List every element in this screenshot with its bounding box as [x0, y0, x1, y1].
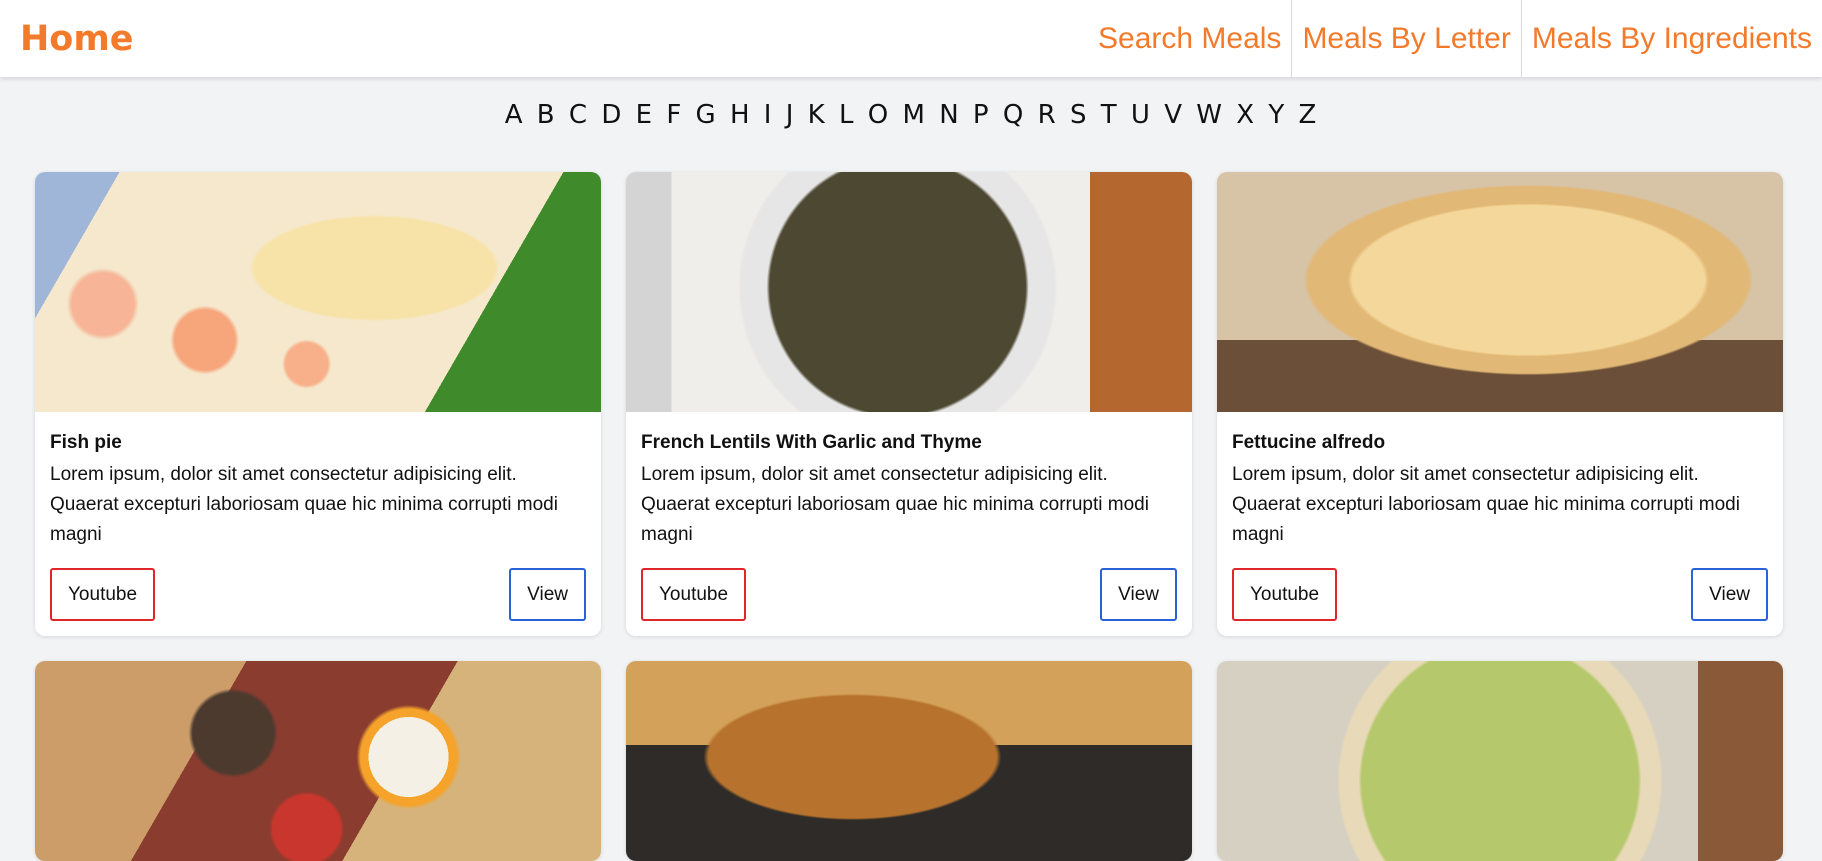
meal-image	[35, 661, 601, 861]
letter-s[interactable]: S	[1070, 100, 1088, 130]
top-navbar: Home Search Meals Meals By Letter Meals …	[0, 0, 1822, 77]
meal-description: Lorem ipsum, dolor sit amet consectetur …	[641, 464, 1149, 545]
nav-search-meals[interactable]: Search Meals	[1088, 0, 1291, 77]
letter-e[interactable]: E	[636, 100, 653, 130]
meal-card	[626, 661, 1192, 861]
letter-n[interactable]: N	[939, 100, 959, 130]
letter-j[interactable]: J	[786, 100, 795, 130]
letter-k[interactable]: K	[808, 100, 826, 130]
meal-image	[626, 172, 1192, 412]
meal-card: Fish pie Lorem ipsum, dolor sit amet con…	[35, 172, 601, 636]
meal-card	[35, 661, 601, 861]
letter-y[interactable]: Y	[1268, 100, 1285, 130]
meal-title: Fettucine alfredo	[1232, 432, 1386, 453]
letter-g[interactable]: G	[696, 100, 717, 130]
meal-grid: Fish pie Lorem ipsum, dolor sit amet con…	[35, 172, 1783, 861]
meal-description: Lorem ipsum, dolor sit amet consectetur …	[50, 464, 558, 545]
letter-filter: A B C D E F G H I J K L O M N P Q R S T …	[0, 100, 1822, 130]
meal-card	[1217, 661, 1783, 861]
meal-card: French Lentils With Garlic and Thyme Lor…	[626, 172, 1192, 636]
meal-image	[1217, 661, 1783, 861]
letter-q[interactable]: Q	[1003, 100, 1024, 130]
meal-title: French Lentils With Garlic and Thyme	[641, 432, 982, 453]
meal-title: Fish pie	[50, 432, 122, 453]
meal-image	[35, 172, 601, 412]
letter-w[interactable]: W	[1196, 100, 1223, 130]
home-link[interactable]: Home	[0, 0, 134, 77]
letter-d[interactable]: D	[601, 100, 622, 130]
view-button[interactable]: View	[509, 568, 586, 621]
nav-links: Search Meals Meals By Letter Meals By In…	[1088, 0, 1822, 77]
view-button[interactable]: View	[1691, 568, 1768, 621]
letter-b[interactable]: B	[537, 100, 556, 130]
meal-card: Fettucine alfredo Lorem ipsum, dolor sit…	[1217, 172, 1783, 636]
letter-m[interactable]: M	[903, 100, 926, 130]
letter-h[interactable]: H	[730, 100, 751, 130]
youtube-button[interactable]: Youtube	[50, 568, 156, 621]
letter-i[interactable]: I	[764, 100, 773, 130]
letter-o[interactable]: O	[868, 100, 889, 130]
letter-z[interactable]: Z	[1298, 100, 1317, 130]
letter-c[interactable]: C	[569, 100, 588, 130]
letter-v[interactable]: V	[1164, 100, 1183, 130]
meal-image	[626, 661, 1192, 861]
letter-t[interactable]: T	[1101, 100, 1118, 130]
letter-p[interactable]: P	[973, 100, 990, 130]
youtube-button[interactable]: Youtube	[1232, 568, 1338, 621]
letter-r[interactable]: R	[1038, 100, 1057, 130]
letter-f[interactable]: F	[666, 100, 682, 130]
nav-meals-by-letter[interactable]: Meals By Letter	[1291, 0, 1520, 77]
meal-description: Lorem ipsum, dolor sit amet consectetur …	[1232, 464, 1740, 545]
letter-l[interactable]: L	[839, 100, 855, 130]
letter-a[interactable]: A	[505, 100, 524, 130]
youtube-button[interactable]: Youtube	[641, 568, 747, 621]
letter-x[interactable]: X	[1236, 100, 1255, 130]
meal-image	[1217, 172, 1783, 412]
nav-meals-by-ingredients[interactable]: Meals By Ingredients	[1520, 0, 1822, 77]
view-button[interactable]: View	[1100, 568, 1177, 621]
letter-u[interactable]: U	[1131, 100, 1151, 130]
